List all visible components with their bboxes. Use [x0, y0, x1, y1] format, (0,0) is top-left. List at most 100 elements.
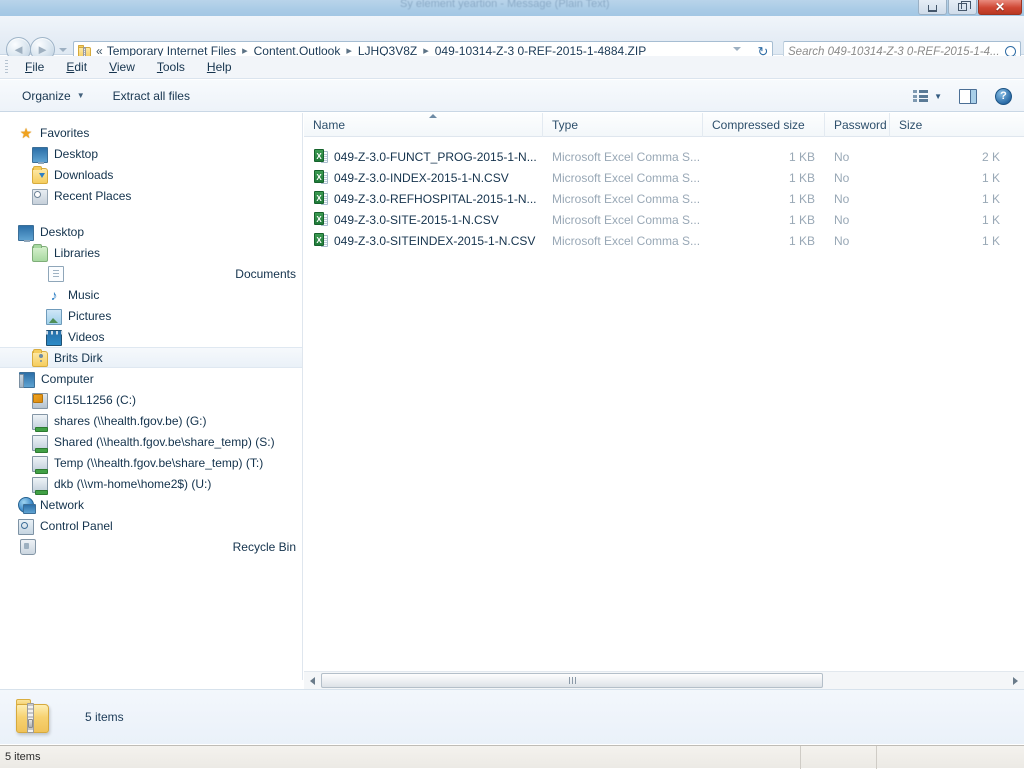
column-header-size[interactable]: Size: [890, 113, 1010, 137]
sidebar-item-dkb-vm-home-home2-u[interactable]: dkb (\\vm-home\home2$) (U:): [0, 473, 302, 495]
window-title-bar[interactable]: Sy element yeartion - Message (Plain Tex…: [0, 0, 1024, 16]
extract-all-files-button[interactable]: Extract all files: [105, 85, 198, 107]
file-password-cell: No: [834, 212, 850, 227]
sidebar-item-label: Brits Dirk: [54, 350, 103, 365]
file-password-cell: No: [834, 191, 850, 206]
sidebar-item-documents[interactable]: Documents: [0, 263, 302, 284]
sidebar-item-favorites[interactable]: ★ Favorites: [0, 122, 302, 143]
back-arrow-icon: ◄: [12, 42, 25, 57]
sidebar-item-music[interactable]: ♪ Music: [0, 284, 302, 305]
control-panel-icon: [18, 518, 34, 535]
sidebar-item-shares-health-fgov-be-g[interactable]: shares (\\health.fgov.be) (G:): [0, 410, 302, 432]
extract-all-files-label: Extract all files: [112, 88, 190, 103]
arrow-right-icon: [1013, 676, 1018, 685]
address-dropdown-icon[interactable]: [733, 47, 741, 51]
nav-group-spacer: [0, 206, 302, 221]
table-row[interactable]: 049-Z-3.0-INDEX-2015-1-N.CSV Microsoft Ex…: [304, 167, 1024, 188]
menu-help-label: elp: [215, 60, 232, 74]
column-header-type[interactable]: Type: [543, 113, 703, 137]
details-item-count: 5 items: [85, 710, 124, 724]
menu-help-accel: H: [206, 60, 216, 74]
sidebar-item-control-panel[interactable]: Control Panel: [0, 515, 302, 536]
sidebar-item-brits-dirk[interactable]: Brits Dirk: [0, 347, 302, 368]
downloads-folder-icon: [32, 166, 48, 184]
sidebar-item-network[interactable]: Network: [0, 494, 302, 515]
change-view-button[interactable]: ▼: [908, 87, 947, 105]
organize-button[interactable]: Organize ▼: [14, 85, 93, 107]
menu-tools[interactable]: Tools: [146, 58, 196, 76]
file-size-cell: 2 K: [981, 149, 1000, 164]
scroll-right-button[interactable]: [1007, 672, 1024, 689]
column-header-password[interactable]: Password ...: [825, 113, 890, 137]
nav-group-favorites: ★ Favorites Desktop Downloads Recent Places: [0, 122, 302, 206]
file-name-label: 049-Z-3.0-INDEX-2015-1-N.CSV: [334, 170, 509, 185]
sidebar-item-libraries[interactable]: Libraries: [0, 242, 302, 263]
table-row[interactable]: 049-Z-3.0-REFHOSPITAL-2015-1-N... Microso…: [304, 188, 1024, 209]
arrow-left-icon: [310, 676, 315, 685]
sidebar-item-videos[interactable]: Videos: [0, 326, 302, 347]
file-size-cell: 1 K: [981, 212, 1000, 227]
sidebar-item-label: dkb (\\vm-home\home2$) (U:): [54, 476, 212, 491]
preview-pane-icon: [959, 88, 977, 104]
sidebar-item-downloads[interactable]: Downloads: [0, 164, 302, 185]
network-globe-icon: [18, 497, 36, 514]
table-row[interactable]: 049-Z-3.0-SITE-2015-1-N.CSV Microsoft Exc…: [304, 209, 1024, 230]
sidebar-item-recycle-bin[interactable]: Recycle Bin: [0, 536, 302, 557]
grip-icon: [568, 677, 576, 684]
user-folder-icon: [32, 349, 48, 367]
sidebar-item-label: Control Panel: [40, 518, 113, 533]
close-button[interactable]: ✕: [978, 0, 1022, 15]
column-headers: Name Type Compressed size Password ... S…: [304, 113, 1024, 137]
menu-file[interactable]: File: [14, 58, 55, 76]
column-header-name[interactable]: Name: [304, 113, 543, 137]
network-drive-icon: [32, 435, 48, 453]
table-row[interactable]: 049-Z-3.0-SITEINDEX-2015-1-N.CSV Microsof…: [304, 230, 1024, 251]
scroll-left-button[interactable]: [304, 672, 321, 689]
window-title-text: Sy element yeartion - Message (Plain Tex…: [400, 0, 610, 10]
horizontal-scrollbar[interactable]: [304, 671, 1024, 689]
help-button[interactable]: ?: [989, 85, 1018, 108]
network-drive-icon: [32, 477, 48, 495]
file-compressed-size-cell: 1 KB: [788, 170, 815, 185]
minimize-icon: [928, 5, 937, 12]
sidebar-item-pictures[interactable]: Pictures: [0, 305, 302, 326]
scrollbar-track[interactable]: [321, 672, 1007, 689]
sidebar-item-label: Downloads: [54, 167, 114, 182]
navigation-pane[interactable]: ★ Favorites Desktop Downloads Recent Places …: [0, 113, 303, 680]
file-name-cell: 049-Z-3.0-REFHOSPITAL-2015-1-N...: [304, 191, 543, 206]
sidebar-item-shared-health-fgov-be-share-temp-s[interactable]: Shared (\\health.fgov.be\share_temp) (S:…: [0, 431, 302, 453]
sidebar-item-desktop[interactable]: Desktop: [0, 221, 302, 242]
menu-edit[interactable]: Edit: [55, 58, 98, 76]
sidebar-item-label: Shared (\\health.fgov.be\share_temp) (S:…: [54, 434, 275, 449]
file-list-pane[interactable]: Name Type Compressed size Password ... S…: [304, 113, 1024, 680]
sidebar-item-temp-health-fgov-be-share-temp-t[interactable]: Temp (\\health.fgov.be\share_temp) (T:): [0, 452, 302, 474]
sidebar-item-computer[interactable]: Computer: [0, 368, 302, 389]
previous-locations-button[interactable]: [58, 46, 68, 54]
sidebar-item-desktop[interactable]: Desktop: [0, 143, 302, 164]
menu-file-label: ile: [32, 60, 45, 74]
file-compressed-size-cell: 1 KB: [788, 233, 815, 248]
table-row[interactable]: 049-Z-3.0-FUNCT_PROG-2015-1-N... Microsof…: [304, 146, 1024, 167]
file-password-cell: No: [834, 149, 850, 164]
sidebar-item-label: Documents: [235, 266, 296, 281]
menu-view[interactable]: View: [98, 58, 146, 76]
scrollbar-thumb[interactable]: [321, 673, 823, 688]
column-header-compressed-size[interactable]: Compressed size: [703, 113, 825, 137]
network-drive-icon: [32, 414, 48, 432]
file-type-cell: Microsoft Excel Comma S...: [552, 149, 701, 164]
minimize-button[interactable]: [918, 0, 947, 15]
excel-csv-file-icon: [314, 149, 328, 164]
menu-help[interactable]: Help: [196, 58, 243, 76]
address-bar-row: ◄ ► « Temporary Internet Files ▸ Content…: [0, 16, 1024, 62]
sidebar-item-ci15l1256-c[interactable]: CI15L1256 (C:): [0, 389, 302, 410]
sidebar-item-label: CI15L1256 (C:): [54, 392, 137, 407]
file-password-cell: No: [834, 233, 850, 248]
desktop-icon: [32, 146, 48, 164]
chevron-down-icon: [59, 48, 67, 52]
file-compressed-size-cell: 1 KB: [788, 212, 815, 227]
restore-button[interactable]: [948, 0, 977, 15]
sidebar-item-recent-places[interactable]: Recent Places: [0, 185, 302, 206]
preview-pane-button[interactable]: [951, 86, 985, 107]
view-list-icon: [913, 90, 928, 102]
desktop-icon: [18, 224, 34, 242]
